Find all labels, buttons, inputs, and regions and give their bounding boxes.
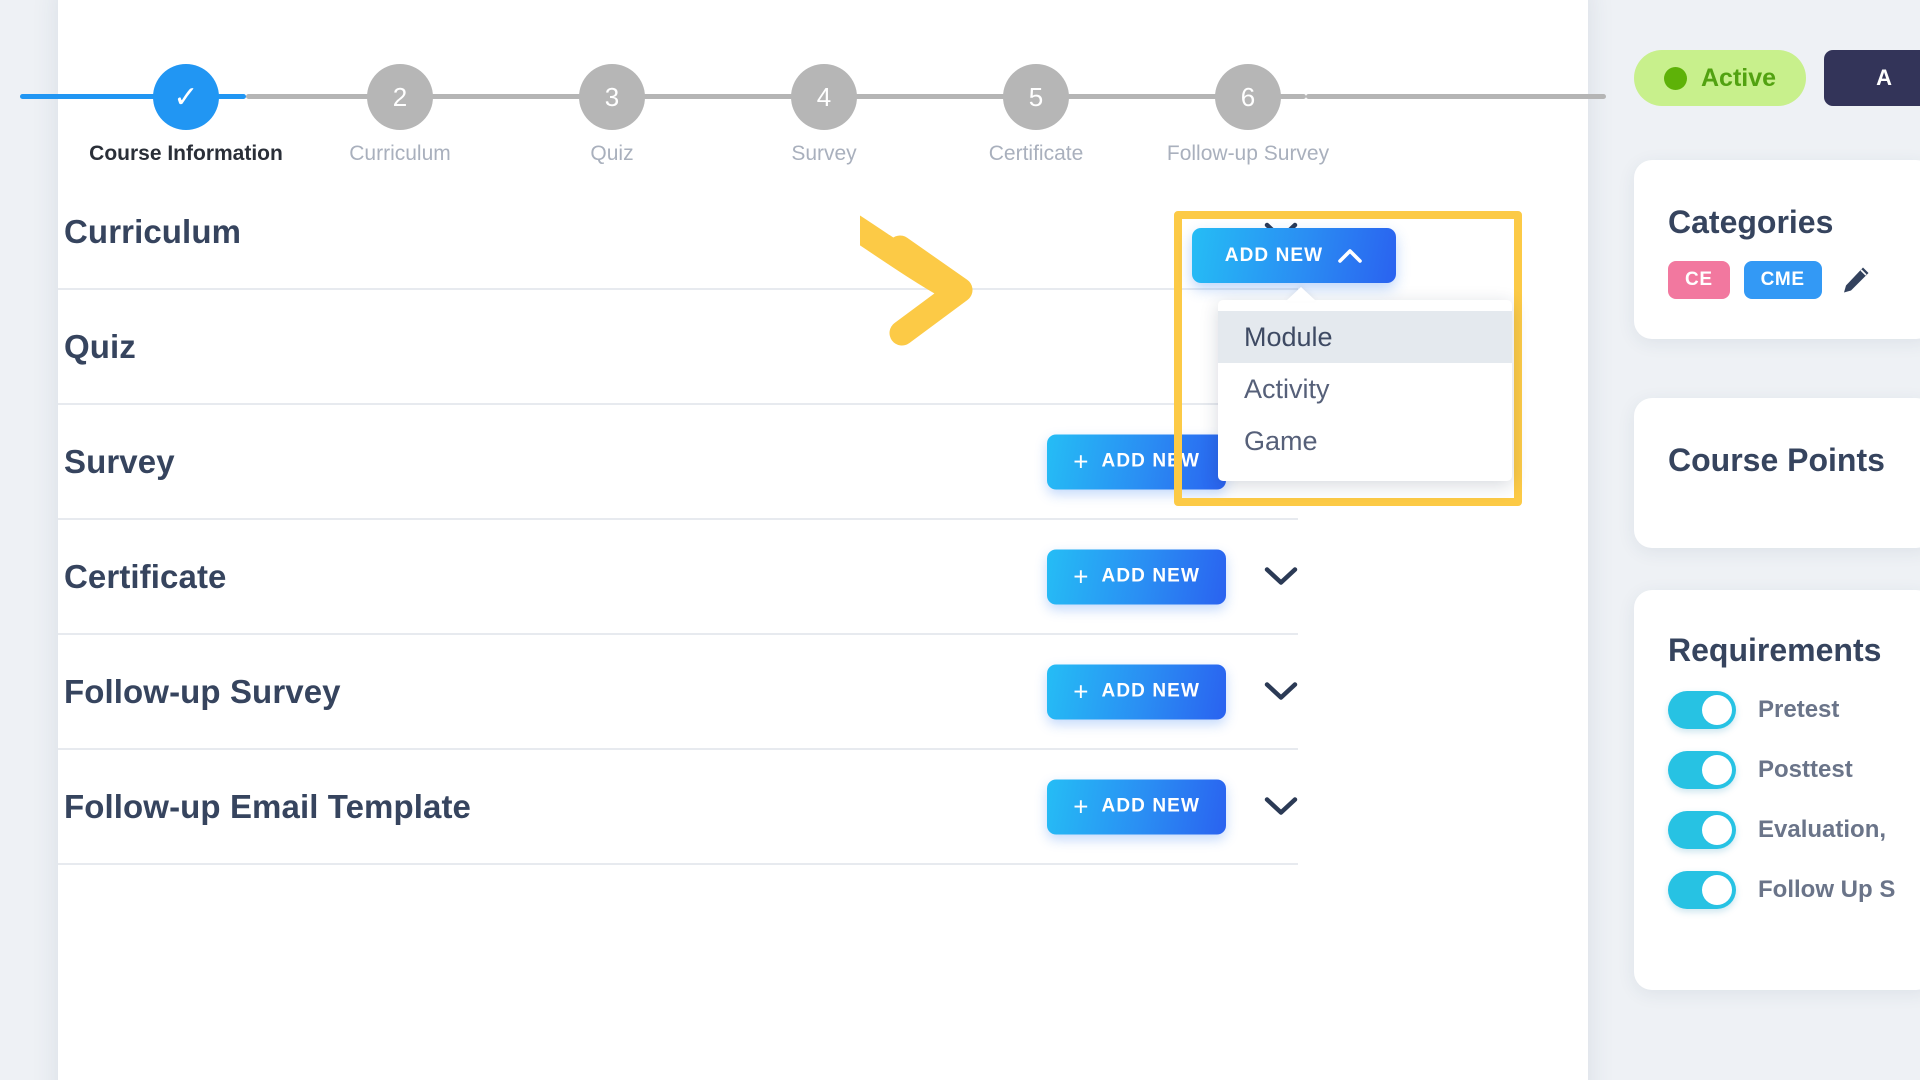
section-actions: + ADD NEW <box>1047 779 1298 834</box>
step-indicator-2[interactable]: 2 <box>367 64 433 130</box>
step-label-certificate: Certificate <box>988 142 1084 165</box>
step-label-curriculum: Curriculum <box>349 142 451 165</box>
step-label-course-information: Course Information <box>89 142 283 165</box>
category-tag-cme[interactable]: CME <box>1743 261 1822 299</box>
course-sections-list: Curriculum Quiz Survey + ADD NEW Certifi… <box>58 175 1298 865</box>
toggle-evaluation[interactable] <box>1668 811 1736 849</box>
requirement-row-pretest: Pretest <box>1668 691 1900 729</box>
add-new-dropdown-trigger[interactable]: ADD NEW <box>1192 228 1396 283</box>
section-row-followup-survey[interactable]: Follow-up Survey + ADD NEW <box>58 635 1298 750</box>
course-builder-screen: ✓ 2 3 4 5 6 Course Information Curriculu… <box>0 0 1920 1080</box>
add-new-label: ADD NEW <box>1224 244 1324 266</box>
dropdown-option-activity[interactable]: Activity <box>1218 363 1512 415</box>
plus-icon: + <box>1073 676 1090 707</box>
requirement-label: Follow Up S <box>1758 876 1896 903</box>
course-sidebar: Active A Categories CE CME Course Points… <box>1634 0 1920 1080</box>
add-new-label: ADD NEW <box>1101 450 1200 472</box>
toggle-knob <box>1702 875 1732 905</box>
requirements-title: Requirements <box>1668 632 1882 668</box>
step-connector-line-tail <box>1306 94 1606 99</box>
requirements-panel: Requirements Pretest Posttest Evaluation… <box>1634 590 1920 990</box>
section-title: Survey <box>64 442 175 480</box>
check-icon: ✓ <box>173 80 199 114</box>
requirement-label: Evaluation, <box>1758 816 1887 843</box>
section-title: Quiz <box>64 327 136 365</box>
section-title: Follow-up Email Template <box>64 787 471 825</box>
add-new-label: ADD NEW <box>1101 565 1200 587</box>
course-points-panel: Course Points <box>1634 398 1920 548</box>
status-dot-icon <box>1664 66 1687 90</box>
categories-title: Categories <box>1668 204 1834 240</box>
section-title: Follow-up Survey <box>64 672 341 710</box>
requirement-row-follow-up-survey: Follow Up S <box>1668 871 1900 909</box>
toggle-knob <box>1702 755 1732 785</box>
course-points-title: Course Points <box>1668 442 1885 478</box>
dropdown-caret <box>1286 287 1316 301</box>
add-new-button-certificate[interactable]: + ADD NEW <box>1047 549 1226 604</box>
chevron-up-icon <box>1337 248 1363 264</box>
plus-icon: + <box>1073 446 1090 477</box>
requirement-row-evaluation: Evaluation, <box>1668 811 1900 849</box>
step-number: 3 <box>604 81 620 112</box>
add-new-dropdown-menu: Module Activity Game <box>1218 287 1512 481</box>
chevron-down-icon[interactable] <box>1264 567 1298 587</box>
toggle-knob <box>1702 695 1732 725</box>
section-title: Curriculum <box>64 212 242 250</box>
status-badge-label: Active <box>1701 63 1777 92</box>
section-row-survey[interactable]: Survey + ADD NEW <box>58 405 1298 520</box>
add-new-button-followup-email-template[interactable]: + ADD NEW <box>1047 779 1226 834</box>
category-tag-list: CE CME <box>1668 261 1900 299</box>
requirement-row-posttest: Posttest <box>1668 751 1900 789</box>
step-indicator-6[interactable]: 6 <box>1215 64 1281 130</box>
step-indicator-5[interactable]: 5 <box>1003 64 1069 130</box>
section-row-curriculum[interactable]: Curriculum <box>58 175 1298 290</box>
requirement-label: Pretest <box>1758 696 1840 723</box>
sidebar-action-button[interactable]: A <box>1824 50 1920 106</box>
add-new-button-survey[interactable]: + ADD NEW <box>1047 434 1226 489</box>
step-number: 6 <box>1240 81 1256 112</box>
toggle-follow-up-survey[interactable] <box>1668 871 1736 909</box>
chevron-down-icon[interactable] <box>1264 797 1298 817</box>
step-number: 4 <box>816 81 832 112</box>
course-stepper: ✓ 2 3 4 5 6 Course Information Curriculu… <box>20 22 1606 165</box>
chevron-down-icon[interactable] <box>1264 682 1298 702</box>
toggle-knob <box>1702 815 1732 845</box>
step-indicator-3[interactable]: 3 <box>579 64 645 130</box>
status-badge[interactable]: Active <box>1634 50 1807 106</box>
section-row-followup-email-template[interactable]: Follow-up Email Template + ADD NEW <box>58 750 1298 865</box>
step-indicator-4[interactable]: 4 <box>791 64 857 130</box>
plus-icon: + <box>1073 561 1090 592</box>
add-new-button-followup-survey[interactable]: + ADD NEW <box>1047 664 1226 719</box>
step-indicator-1[interactable]: ✓ <box>153 64 219 130</box>
section-row-quiz[interactable]: Quiz <box>58 290 1298 405</box>
add-new-label: ADD NEW <box>1101 795 1200 817</box>
step-number: 2 <box>392 81 408 112</box>
plus-icon: + <box>1073 791 1090 822</box>
section-row-certificate[interactable]: Certificate + ADD NEW <box>58 520 1298 635</box>
requirement-label: Posttest <box>1758 756 1853 783</box>
category-tag-ce[interactable]: CE <box>1668 261 1730 299</box>
step-number: 5 <box>1028 81 1044 112</box>
section-actions: + ADD NEW <box>1047 549 1298 604</box>
section-title: Certificate <box>64 557 227 595</box>
categories-panel: Categories CE CME <box>1634 160 1920 339</box>
sidebar-header: Active A <box>1634 50 1920 106</box>
section-actions: + ADD NEW <box>1047 664 1298 719</box>
edit-pencil-icon[interactable] <box>1840 264 1872 296</box>
toggle-pretest[interactable] <box>1668 691 1736 729</box>
dropdown-option-game[interactable]: Game <box>1218 415 1512 467</box>
add-new-dropdown: ADD NEW Module Activity Game <box>1192 228 1512 481</box>
toggle-posttest[interactable] <box>1668 751 1736 789</box>
add-new-label: ADD NEW <box>1101 680 1200 702</box>
step-label-quiz: Quiz <box>590 142 634 165</box>
step-label-survey: Survey <box>791 142 857 165</box>
step-label-followup-survey: Follow-up Survey <box>1166 142 1330 165</box>
dropdown-option-module[interactable]: Module <box>1218 311 1512 363</box>
